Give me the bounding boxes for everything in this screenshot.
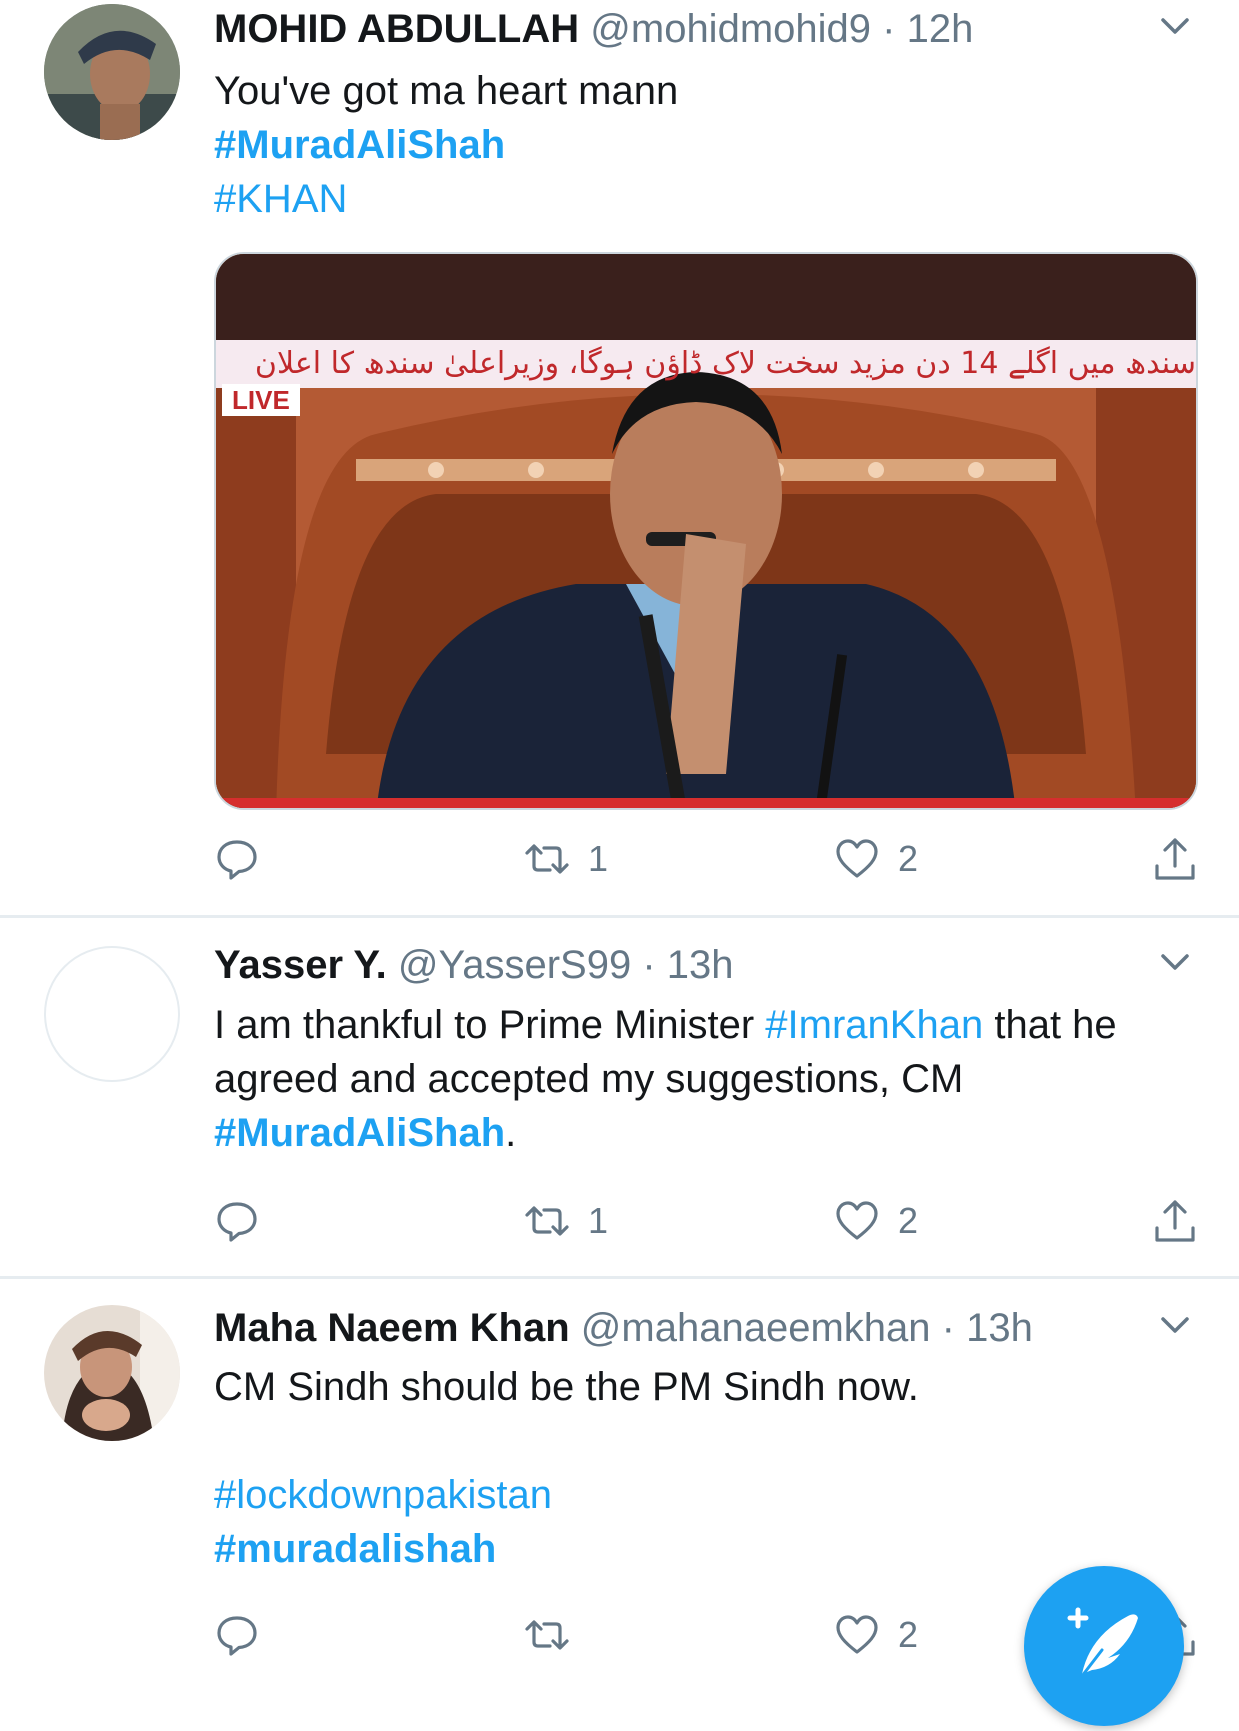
retweet-icon (525, 844, 569, 874)
separator-dot: · (642, 943, 656, 987)
tweet-1[interactable]: MOHID ABDULLAH @mohidmohid9 · 12h You've… (0, 0, 1239, 915)
tweet-text-segment: . (505, 1111, 517, 1155)
heart-icon (836, 1615, 878, 1654)
share-icon (1155, 838, 1195, 880)
hashtag-link[interactable]: #KHAN (214, 172, 1119, 226)
retweet-icon (525, 1206, 569, 1236)
chevron-down-icon[interactable] (1155, 1305, 1195, 1345)
tweet-text-segment: I am thankful to Prime Minister (214, 1003, 766, 1047)
like-count: 2 (898, 1614, 919, 1655)
avatar[interactable] (44, 946, 180, 1082)
timestamp[interactable]: 13h (966, 1306, 1033, 1350)
reply-button[interactable] (214, 1610, 278, 1660)
tweet-2[interactable]: Yasser Y. @YasserS99 · 13h I am thankful… (0, 918, 1239, 1276)
hashtag-link[interactable]: #MuradAliShah (214, 118, 1119, 172)
reply-icon (217, 1202, 257, 1242)
share-button[interactable] (1152, 834, 1198, 884)
compose-tweet-button[interactable] (1024, 1566, 1184, 1726)
separator-dot: · (941, 1306, 955, 1350)
tweet-text-line: CM Sindh should be the PM Sindh now. (214, 1365, 919, 1409)
reply-button[interactable] (214, 1196, 278, 1246)
like-count: 2 (898, 838, 919, 879)
hashtag-link[interactable]: #muradalishah (214, 1522, 1119, 1576)
like-button[interactable]: 2 (834, 1196, 918, 1246)
tweet-media-image[interactable]: سندھ میں اگلے 14 دن مزید سخت لاک ڈاؤن ہو… (214, 252, 1198, 810)
timestamp[interactable]: 13h (667, 943, 734, 987)
author-name[interactable]: Maha Naeem Khan (214, 1306, 570, 1350)
retweet-button[interactable]: 1 (524, 1196, 608, 1246)
share-icon (1155, 1200, 1195, 1242)
avatar-image (44, 4, 180, 140)
retweet-button[interactable]: 1 (524, 834, 608, 884)
like-count: 2 (898, 1200, 919, 1241)
author-name[interactable]: MOHID ABDULLAH (214, 7, 579, 51)
avatar[interactable] (44, 4, 180, 140)
live-badge: LIVE (222, 384, 300, 416)
retweet-count: 1 (588, 1200, 609, 1241)
compose-icon (1067, 1607, 1138, 1678)
hashtag-link[interactable]: #ImranKhan (765, 1003, 983, 1047)
hashtag-link[interactable]: #lockdownpakistan (214, 1468, 1119, 1522)
tweet-text-line: You've got ma heart mann (214, 69, 679, 113)
chevron-down-icon[interactable] (1155, 942, 1195, 982)
chevron-down-icon[interactable] (1155, 6, 1195, 46)
retweet-icon (525, 1620, 569, 1650)
hashtag-link[interactable]: #MuradAliShah (214, 1111, 505, 1155)
reply-button[interactable] (214, 834, 278, 884)
retweet-count: 1 (588, 838, 609, 879)
tweet-text: You've got ma heart mann #MuradAliShah #… (214, 64, 1119, 226)
tweet-actions: 1 2 (214, 834, 1199, 884)
like-button[interactable]: 2 (834, 1610, 918, 1660)
reply-icon (217, 840, 257, 880)
news-ticker: سندھ میں اگلے 14 دن مزید سخت لاک ڈاؤن ہو… (254, 346, 1196, 381)
heart-icon (836, 1201, 878, 1240)
like-button[interactable]: 2 (834, 834, 918, 884)
separator-dot: · (882, 7, 896, 51)
retweet-button[interactable] (524, 1610, 588, 1660)
author-handle[interactable]: @YasserS99 (398, 943, 631, 987)
author-name[interactable]: Yasser Y. (214, 943, 387, 987)
tweet-text: CM Sindh should be the PM Sindh now. #lo… (214, 1360, 1119, 1576)
avatar[interactable] (44, 1305, 180, 1441)
tweet-actions: 1 2 (214, 1196, 1199, 1246)
author-handle[interactable]: @mohidmohid9 (590, 7, 871, 51)
timestamp[interactable]: 12h (907, 7, 974, 51)
reply-icon (217, 1616, 257, 1656)
tweet-text: I am thankful to Prime Minister #ImranKh… (214, 998, 1119, 1160)
heart-icon (836, 839, 878, 878)
author-handle[interactable]: @mahanaeemkhan (581, 1306, 931, 1350)
media-photo (216, 254, 1196, 808)
share-button[interactable] (1152, 1196, 1198, 1246)
avatar-image (44, 1305, 180, 1441)
